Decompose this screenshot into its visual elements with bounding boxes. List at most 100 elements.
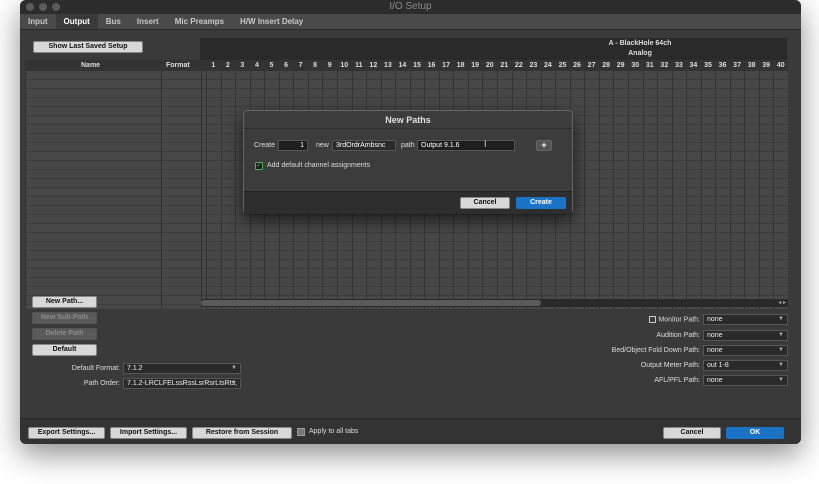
channel-number: 36	[718, 62, 727, 69]
path-label: path	[401, 142, 415, 149]
apply-all-label: Apply to all tabs	[309, 428, 359, 435]
channel-number: 28	[602, 62, 611, 69]
channel-number: 31	[645, 62, 654, 69]
monitor-path-text: Monitor Path:	[658, 316, 700, 324]
restore-from-session-button[interactable]: Restore from Session	[192, 427, 292, 439]
channel-number: 6	[284, 62, 288, 69]
channel-number: 27	[587, 62, 596, 69]
default-button[interactable]: Default	[32, 344, 97, 356]
show-last-saved-setup-button[interactable]: Show Last Saved Setup	[33, 41, 143, 53]
audition-path-select[interactable]: none ▼	[703, 330, 788, 341]
path-name-value: Output 9.1.6	[421, 142, 460, 149]
chevron-down-icon: ▼	[778, 347, 784, 353]
monitor-path-select[interactable]: none ▼	[703, 314, 788, 325]
apply-all-checkbox[interactable]	[297, 428, 305, 436]
channel-number: 26	[573, 62, 581, 69]
dialog-create-button[interactable]: Create	[516, 197, 566, 209]
add-path-button[interactable]: +	[536, 140, 552, 151]
channel-header: 1 2 3 4 5 6 7 8 9 10 11 12 13 14 15 16 17 18 19 20 21 22 23 24 2…	[206, 61, 788, 71]
chevron-down-icon: ▼	[778, 316, 784, 322]
tab-input[interactable]: Input	[20, 14, 56, 29]
channel-number: 22	[514, 62, 523, 69]
channel-number: 25	[558, 62, 567, 69]
monitor-path-label: Monitor Path:	[555, 316, 700, 323]
audition-path-label: Audition Path:	[656, 332, 700, 339]
column-name: Name	[81, 62, 101, 69]
channel-number: 18	[456, 62, 465, 69]
zoom-window-icon[interactable]	[52, 3, 60, 11]
ok-button[interactable]: OK	[726, 427, 784, 439]
horizontal-scrollbar[interactable]: ◂ ▸	[201, 299, 788, 307]
afl-pfl-path-value: none	[707, 377, 723, 384]
chevron-down-icon: ▼	[778, 377, 784, 383]
path-order-select[interactable]: 7.1.2-LRCLFELssRssLsrRsrLtsRts, ▼	[123, 378, 241, 389]
device-sub: Analog	[628, 50, 652, 57]
title-bar: I/O Setup	[20, 0, 801, 14]
device-header: A - BlackHole 64ch Analog	[200, 38, 787, 60]
tab-output[interactable]: Output	[55, 14, 98, 29]
text-cursor-icon: I	[484, 139, 487, 149]
scroll-thumb[interactable]	[201, 300, 541, 306]
create-label: Create	[254, 142, 276, 149]
new-path-button[interactable]: New Path...	[32, 296, 97, 308]
channel-number: 30	[631, 62, 640, 69]
path-name-input[interactable]: Output 9.1.6 I	[417, 140, 515, 151]
channel-number: 23	[529, 62, 538, 69]
channel-number: 2	[225, 62, 230, 69]
channel-number: 21	[500, 62, 509, 69]
column-format: Format	[166, 62, 190, 69]
channel-number: 15	[413, 62, 421, 69]
channel-number: 12	[369, 62, 378, 69]
default-channel-checkbox[interactable]: ✓	[255, 162, 263, 170]
channel-column-line	[235, 71, 237, 309]
output-meter-path-select[interactable]: out 1-8 ▼	[703, 360, 788, 371]
chevron-down-icon: ▼	[231, 380, 237, 386]
dialog-footer: Cancel Create	[244, 191, 572, 214]
tab-mic-preamps[interactable]: Mic Preamps	[167, 14, 232, 29]
export-settings-button[interactable]: Export Settings...	[28, 427, 105, 439]
channel-number: 5	[269, 62, 274, 69]
cancel-button[interactable]: Cancel	[663, 427, 721, 439]
channel-column-line	[686, 71, 688, 309]
channel-column-line	[729, 71, 731, 309]
path-format-select[interactable]: 3rdOrdrAmbsnc	[332, 140, 396, 151]
output-meter-path-value: out 1-8	[707, 362, 729, 369]
import-settings-button[interactable]: Import Settings...	[110, 427, 187, 439]
afl-pfl-path-select[interactable]: none ▼	[703, 375, 788, 386]
tab-insert[interactable]: Insert	[129, 14, 167, 29]
close-window-icon[interactable]	[26, 3, 34, 11]
new-sub-path-button[interactable]: New Sub-Path	[32, 312, 97, 324]
channel-number: 32	[660, 62, 669, 69]
path-format-value: 3rdOrdrAmbsnc	[336, 142, 386, 149]
channel-number: 17	[442, 62, 450, 69]
path-count-input[interactable]: 1	[278, 140, 308, 151]
chevron-down-icon: ▼	[778, 362, 784, 368]
delete-path-button[interactable]: Delete Path	[32, 328, 97, 340]
output-panel: Show Last Saved Setup A - BlackHole 64ch…	[25, 30, 796, 418]
minimize-window-icon[interactable]	[39, 3, 47, 11]
channel-number: 4	[254, 62, 259, 69]
channel-number: 35	[704, 62, 712, 69]
bottom-bar: Export Settings... Import Settings... Re…	[20, 418, 801, 444]
path-order-value: 7.1.2-LRCLFELssRssLsrRsrLtsRts,	[127, 380, 238, 387]
channel-column-line	[613, 71, 615, 309]
channel-column-line	[657, 71, 659, 309]
channel-number: 20	[485, 62, 494, 69]
channel-number: 14	[398, 62, 407, 69]
default-format-select[interactable]: 7.1.2 ▼	[123, 363, 241, 374]
channel-number: 29	[616, 62, 625, 69]
fold-down-path-value: none	[707, 347, 723, 354]
channel-column-line	[671, 71, 673, 309]
path-order-label: Path Order:	[83, 380, 120, 387]
channel-number: 16	[427, 62, 436, 69]
dialog-cancel-button[interactable]: Cancel	[460, 197, 510, 209]
channel-number: 13	[383, 62, 392, 69]
channel-number: 3	[240, 62, 245, 69]
channel-column-line	[773, 71, 775, 309]
fold-down-path-select[interactable]: none ▼	[703, 345, 788, 356]
tab-bus[interactable]: Bus	[98, 14, 129, 29]
io-setup-window: I/O Setup Input Output Bus Insert Mic Pr…	[20, 0, 801, 444]
device-name: A - BlackHole 64ch	[608, 40, 672, 47]
tab-hw-insert-delay[interactable]: H/W Insert Delay	[232, 14, 311, 29]
scroll-arrows-icon[interactable]: ◂ ▸	[778, 299, 786, 306]
